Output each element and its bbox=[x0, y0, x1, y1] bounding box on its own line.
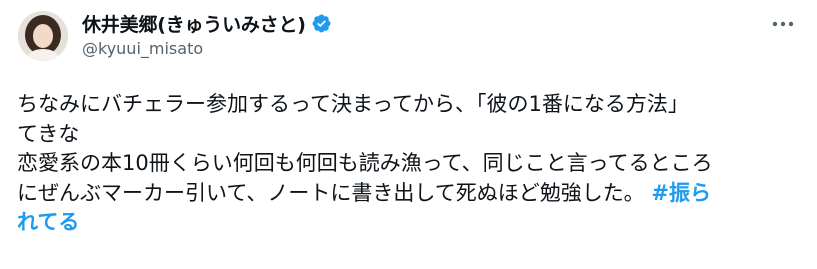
tweet-line: 恋愛系の本10冊くらい何回も何回も読み漁って、同じこと言ってるところ bbox=[17, 151, 713, 175]
hashtag-link[interactable]: #振ら bbox=[651, 181, 711, 205]
tweet-line-with-hashtag: にぜんぶマーカー引いて、ノートに書き出して死ぬほど勉強した。 #振ら bbox=[17, 179, 797, 209]
display-name[interactable]: 休井美郷(きゅういみさと) bbox=[82, 10, 306, 37]
tweet-line: てきな bbox=[17, 121, 80, 146]
tweet-line: にぜんぶマーカー引いて、ノートに書き出して死ぬほど勉強した。 bbox=[17, 180, 652, 205]
tweet-line-hashtag-continuation: れてる bbox=[17, 208, 797, 238]
tweet-line: ちなみにバチェラー参加するって決まってから、「彼の1番になる方法」 bbox=[17, 92, 689, 116]
tweet-text: ちなみにバチェラー参加するって決まってから、「彼の1番になる方法」 てきな 恋愛… bbox=[17, 90, 797, 238]
author-handle[interactable]: @kyuui_misato bbox=[82, 39, 332, 58]
display-name-row: 休井美郷(きゅういみさと) bbox=[82, 10, 332, 37]
tweet-header: 休井美郷(きゅういみさと) @kyuui_misato bbox=[15, 8, 802, 68]
hashtag-link-continuation[interactable]: れてる bbox=[17, 210, 79, 234]
author-names: 休井美郷(きゅういみさと) @kyuui_misato bbox=[82, 11, 332, 58]
avatar[interactable] bbox=[18, 11, 68, 61]
verified-badge-icon bbox=[311, 13, 332, 34]
more-horizontal-icon[interactable] bbox=[766, 12, 800, 36]
